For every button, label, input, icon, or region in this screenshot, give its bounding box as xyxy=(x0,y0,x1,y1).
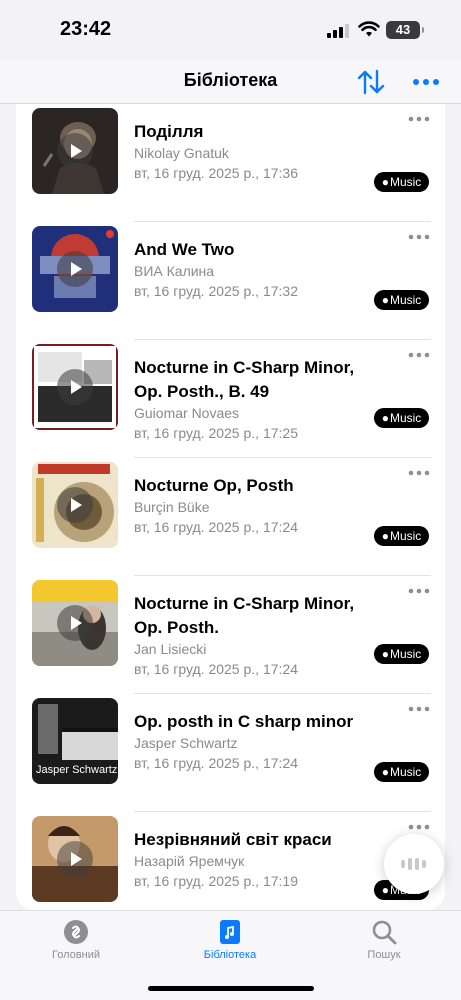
home-indicator xyxy=(148,986,314,991)
apple-logo-icon: ● xyxy=(381,175,389,189)
song-title: Op. posth in C sharp minor xyxy=(134,712,354,731)
shazam-icon xyxy=(64,920,88,944)
badge-label: Music xyxy=(389,293,422,307)
apple-music-badge[interactable]: ●Music xyxy=(374,644,429,664)
song-date: вт, 16 груд. 2025 р., 17:24 xyxy=(134,755,298,771)
badge-label: Music xyxy=(389,647,422,661)
album-art: Jasper Schwartz xyxy=(32,698,118,784)
song-list: Поділля Nikolay Gnatuk вт, 16 груд. 2025… xyxy=(16,104,445,910)
song-title: And We Two xyxy=(134,240,235,259)
apple-music-badge[interactable]: ●Music xyxy=(374,290,429,310)
cellular-signal-icon xyxy=(327,24,349,38)
badge-label: Music xyxy=(389,175,422,189)
song-title: Незрівняний світ краси xyxy=(134,830,332,849)
tab-library[interactable]: Бібліотека xyxy=(180,919,280,961)
song-row[interactable]: Nocturne in C-Sharp Minor, Op. Posth., B… xyxy=(16,340,445,458)
album-art-caption: Jasper Schwartz xyxy=(36,764,118,776)
song-date: вт, 16 груд. 2025 р., 17:19 xyxy=(134,873,298,889)
more-options-icon[interactable] xyxy=(408,706,430,712)
song-artist: Назарій Яремчук xyxy=(134,853,245,869)
page-title: Бібліотека xyxy=(183,70,278,90)
status-time: 23:42 xyxy=(60,18,112,40)
song-row[interactable]: And We Two ВИА Калина вт, 16 груд. 2025 … xyxy=(16,222,445,340)
song-title: Поділля xyxy=(134,122,204,141)
apple-music-badge[interactable]: ●Music xyxy=(374,408,429,428)
song-row[interactable]: Nocturne Op, Posth Burçin Büke вт, 16 гр… xyxy=(16,458,445,576)
battery-icon: 43 xyxy=(386,21,424,39)
navigation-bar: Бібліотека xyxy=(0,60,461,104)
apple-logo-icon: ● xyxy=(381,411,389,425)
sort-icon[interactable] xyxy=(356,68,386,96)
song-title: Nocturne Op, Posth xyxy=(134,476,294,495)
song-artist: Burçin Büke xyxy=(134,499,210,515)
waveform-icon xyxy=(401,858,426,870)
more-options-icon[interactable] xyxy=(408,116,430,122)
apple-music-badge[interactable]: ●Music xyxy=(374,526,429,546)
song-row[interactable]: Незрівняний світ краси Назарій Яремчук в… xyxy=(16,812,445,910)
song-date: вт, 16 груд. 2025 р., 17:24 xyxy=(134,519,298,535)
song-title: Nocturne in C-Sharp Minor, Op. Posth., B… xyxy=(134,358,355,401)
more-options-icon[interactable] xyxy=(408,824,430,830)
apple-logo-icon: ● xyxy=(381,883,389,897)
tab-label: Головний xyxy=(52,949,100,961)
song-date: вт, 16 груд. 2025 р., 17:24 xyxy=(134,661,298,677)
tab-label: Пошук xyxy=(367,949,401,961)
apple-music-badge[interactable]: ●Music xyxy=(374,762,429,782)
song-date: вт, 16 груд. 2025 р., 17:36 xyxy=(134,165,298,181)
play-icon[interactable] xyxy=(57,487,93,523)
song-row[interactable]: Jasper Schwartz Op. posth in C sharp min… xyxy=(16,694,445,812)
tab-label: Бібліотека xyxy=(203,949,257,961)
loading-spinner-icon[interactable] xyxy=(57,841,93,877)
apple-logo-icon: ● xyxy=(381,529,389,543)
album-art xyxy=(32,580,118,666)
wifi-icon xyxy=(358,21,380,37)
song-artist: Guiomar Novaes xyxy=(134,405,240,421)
album-art xyxy=(32,108,118,194)
badge-label: Music xyxy=(389,529,422,543)
album-art xyxy=(32,816,118,902)
song-date: вт, 16 груд. 2025 р., 17:25 xyxy=(134,425,298,441)
apple-logo-icon: ● xyxy=(381,765,389,779)
status-bar: 23:42 43 xyxy=(0,0,461,60)
play-icon[interactable] xyxy=(57,605,93,641)
song-artist: Jan Lisiecki xyxy=(134,641,207,657)
song-artist: Jasper Schwartz xyxy=(134,735,238,751)
more-options-icon[interactable] xyxy=(408,352,430,358)
song-title: Nocturne in C-Sharp Minor, Op. Posth. xyxy=(134,594,355,637)
play-icon[interactable] xyxy=(57,369,93,405)
album-art xyxy=(32,344,118,430)
album-art xyxy=(32,226,118,312)
song-date: вт, 16 груд. 2025 р., 17:32 xyxy=(134,283,298,299)
tab-search[interactable]: Пошук xyxy=(334,919,434,961)
song-artist: Nikolay Gnatuk xyxy=(134,145,229,161)
apple-logo-icon: ● xyxy=(381,293,389,307)
badge-label: Music xyxy=(389,411,422,425)
apple-music-badge[interactable]: ●Music xyxy=(374,172,429,192)
apple-logo-icon: ● xyxy=(381,647,389,661)
more-options-icon[interactable] xyxy=(408,588,430,594)
song-row[interactable]: Nocturne in C-Sharp Minor, Op. Posth. Ja… xyxy=(16,576,445,694)
search-icon xyxy=(372,920,397,945)
play-icon[interactable] xyxy=(57,251,93,287)
song-artist: ВИА Калина xyxy=(134,263,215,279)
more-options-icon[interactable] xyxy=(408,234,430,240)
floating-shazam-button[interactable] xyxy=(384,834,444,894)
library-icon xyxy=(220,920,240,944)
album-art xyxy=(32,462,118,548)
song-row[interactable]: Поділля Nikolay Gnatuk вт, 16 груд. 2025… xyxy=(16,104,445,222)
more-options-icon[interactable] xyxy=(412,78,440,86)
tab-home[interactable]: Головний xyxy=(26,919,126,961)
play-icon[interactable] xyxy=(57,133,93,169)
more-options-icon[interactable] xyxy=(408,470,430,476)
badge-label: Music xyxy=(389,765,422,779)
